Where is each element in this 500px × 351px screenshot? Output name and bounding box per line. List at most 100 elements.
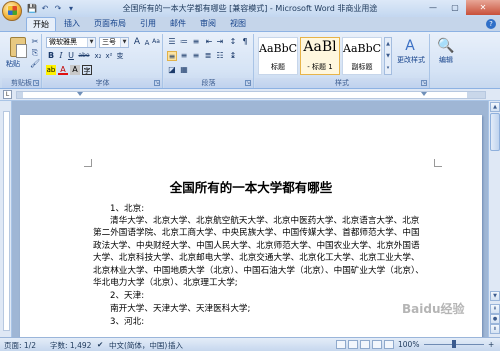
title-bar: 💾 ↶ ↷ ▾ 全国所有的一本大学都有哪些 [兼容模式] - Microsoft… — [0, 0, 500, 21]
clipboard-launcher-icon[interactable]: ↘ — [33, 80, 39, 86]
office-button[interactable] — [2, 0, 22, 21]
tab-references[interactable]: 引用 — [134, 17, 162, 31]
copy-icon[interactable]: ⎘ — [30, 48, 40, 57]
borders-icon[interactable]: ▦ — [179, 65, 189, 75]
print-layout-view-icon[interactable] — [336, 340, 346, 349]
style-subtitle[interactable]: AaBbC 副标题 — [342, 37, 382, 75]
character-shading-button[interactable]: A — [70, 65, 80, 75]
highlight-button[interactable]: ab — [46, 65, 56, 75]
styles-group-label: 样式 — [255, 78, 429, 88]
tab-selector-icon[interactable]: L — [3, 90, 12, 99]
change-case-icon[interactable]: 变 — [115, 51, 125, 61]
tab-page-layout[interactable]: 页面布局 — [88, 17, 132, 31]
font-group: 微软雅黑 ▼ 三号 ▼ A A Aa B I U abe x₂ x² 变 ab … — [43, 34, 163, 88]
enclose-character-button[interactable]: 字 — [82, 65, 92, 75]
previous-page-icon[interactable]: ⇞ — [490, 304, 500, 314]
subscript-button[interactable]: x₂ — [93, 51, 103, 61]
word-count[interactable]: 字数: 1,492 — [50, 340, 91, 351]
shading-icon[interactable]: ◪ — [167, 65, 177, 75]
close-button[interactable]: ✕ — [466, 0, 500, 15]
tab-home[interactable]: 开始 — [26, 17, 56, 31]
web-layout-view-icon[interactable] — [360, 340, 370, 349]
document-title[interactable]: 全国所有的一本大学都有哪些 — [20, 177, 482, 196]
align-right-icon[interactable]: ≡ — [191, 51, 201, 61]
superscript-button[interactable]: x² — [104, 51, 114, 61]
vertical-ruler[interactable] — [0, 101, 12, 337]
paragraph-heading-beijing[interactable]: 1、北京: — [110, 203, 444, 215]
justify-icon[interactable]: ≣ — [203, 51, 213, 61]
minimize-button[interactable]: — — [422, 0, 444, 15]
font-size-select[interactable]: 三号 ▼ — [99, 37, 129, 48]
paragraph-heading-hebei[interactable]: 3、河北: — [110, 316, 444, 328]
select-browse-object-icon[interactable]: ● — [490, 314, 500, 324]
sort-icon[interactable]: ↕ — [228, 37, 238, 47]
style-title[interactable]: AaBbC 标题 — [258, 37, 298, 75]
save-icon[interactable]: 💾 — [27, 4, 37, 14]
first-line-indent-marker[interactable] — [77, 92, 83, 96]
scroll-down-icon[interactable]: ▼ — [490, 291, 500, 301]
decrease-indent-icon[interactable]: ⇤ — [204, 37, 214, 47]
grow-font-icon[interactable]: A — [132, 37, 142, 47]
draft-view-icon[interactable] — [384, 340, 394, 349]
next-page-icon[interactable]: ⇟ — [490, 324, 500, 334]
scrollbar-thumb[interactable] — [490, 113, 500, 151]
insert-mode[interactable]: 插入 — [168, 340, 183, 351]
font-name-select[interactable]: 微软雅黑 ▼ — [46, 37, 96, 48]
clear-format-icon[interactable]: Aa — [151, 37, 161, 47]
style-title-sample: AaBbC — [259, 42, 298, 55]
font-launcher-icon[interactable]: ↘ — [154, 80, 160, 86]
paragraph-tianjin-universities[interactable]: 南开大学、天津大学、天津医科大学; — [110, 303, 444, 315]
redo-icon[interactable]: ↷ — [53, 4, 63, 14]
styles-scroll[interactable]: ▲ ▼ ▾ — [384, 37, 392, 75]
undo-icon[interactable]: ↶ — [40, 4, 50, 14]
paste-button[interactable]: 粘贴 — [6, 59, 20, 69]
style-heading-1[interactable]: AaBl - 标题 1 — [300, 37, 340, 75]
help-icon[interactable]: ? — [486, 19, 496, 29]
bold-button[interactable]: B — [46, 51, 56, 61]
customize-qat-icon[interactable]: ▾ — [66, 4, 76, 14]
horizontal-ruler[interactable]: L — [0, 89, 500, 101]
paste-icon[interactable] — [10, 37, 27, 58]
line-spacing-icon[interactable]: ↨ — [228, 51, 238, 61]
paragraph-heading-tianjin[interactable]: 2、天津: — [110, 290, 444, 302]
maximize-button[interactable]: ▢ — [444, 0, 466, 15]
multilevel-list-icon[interactable]: ≡ — [191, 37, 201, 47]
cut-icon[interactable]: ✂ — [30, 37, 40, 46]
paragraph-launcher-icon[interactable]: ↘ — [245, 80, 251, 86]
change-styles-icon[interactable]: A — [401, 38, 419, 54]
italic-button[interactable]: I — [56, 51, 66, 61]
underline-button[interactable]: U — [66, 51, 76, 61]
format-painter-icon[interactable]: 🖌 — [30, 59, 40, 68]
tab-insert[interactable]: 插入 — [58, 17, 86, 31]
spell-check-icon[interactable]: ✔ — [97, 340, 103, 349]
scroll-up-icon[interactable]: ▲ — [490, 102, 500, 112]
styles-launcher-icon[interactable]: ↘ — [421, 80, 427, 86]
editing-button[interactable]: 编辑 — [431, 56, 461, 65]
language-indicator[interactable]: 中文(简体，中国) — [109, 340, 167, 351]
increase-indent-icon[interactable]: ⇥ — [215, 37, 225, 47]
change-styles-button[interactable]: 更改样式 — [394, 56, 428, 65]
align-left-icon[interactable]: ≡ — [167, 51, 177, 61]
strikethrough-button[interactable]: abe — [77, 51, 91, 61]
bullets-icon[interactable]: ☰ — [167, 37, 177, 47]
distributed-icon[interactable]: ☷ — [215, 51, 225, 61]
zoom-level[interactable]: 100% — [398, 340, 419, 349]
zoom-in-icon[interactable]: + — [488, 340, 494, 349]
outline-view-icon[interactable] — [372, 340, 382, 349]
ruler-bar[interactable] — [16, 91, 486, 99]
style-subtitle-label: 副标题 — [351, 63, 373, 71]
show-marks-icon[interactable]: ¶ — [240, 37, 250, 47]
align-center-icon[interactable]: ≡ — [179, 51, 189, 61]
vertical-scrollbar[interactable]: ▲ ▼ ⇞ ● ⇟ — [488, 101, 500, 337]
tab-mailings[interactable]: 邮件 — [164, 17, 192, 31]
numbering-icon[interactable]: ≔ — [179, 37, 189, 47]
paragraph-beijing-universities[interactable]: 清华大学、北京大学、北京航空航天大学、北京中医药大学、北京语言大学、北京第二外国… — [93, 215, 427, 289]
page-count[interactable]: 页面: 1/2 — [4, 340, 36, 351]
tab-view[interactable]: 视图 — [224, 17, 252, 31]
right-indent-marker[interactable] — [421, 92, 427, 96]
tab-review[interactable]: 审阅 — [194, 17, 222, 31]
full-screen-reading-view-icon[interactable] — [348, 340, 358, 349]
font-color-button[interactable]: A — [58, 65, 68, 75]
find-icon[interactable]: 🔍 — [437, 38, 455, 54]
zoom-slider-thumb[interactable] — [452, 340, 456, 348]
